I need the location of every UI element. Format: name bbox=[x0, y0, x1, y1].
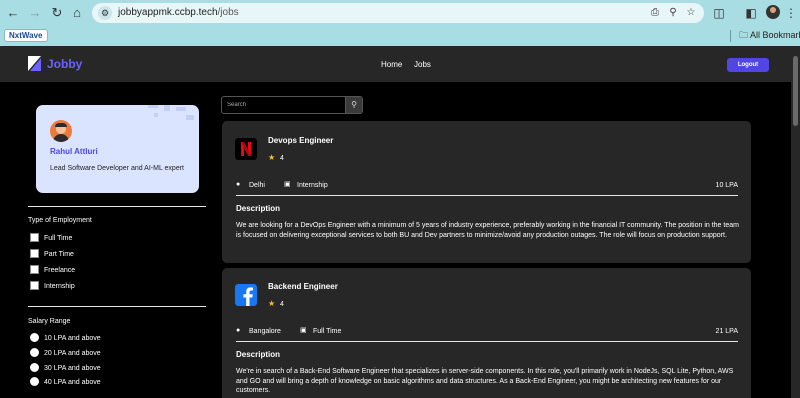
briefcase-icon: ▣ bbox=[284, 181, 291, 188]
job-title[interactable]: Devops Engineer bbox=[268, 136, 333, 146]
salary-range-heading: Salary Range bbox=[28, 318, 71, 325]
facebook-logo-icon bbox=[235, 284, 257, 306]
location-icon: ● bbox=[236, 327, 241, 334]
briefcase-icon: ▣ bbox=[300, 327, 307, 334]
sidebar-divider bbox=[28, 206, 206, 207]
job-location: Bangalore bbox=[249, 328, 281, 335]
browser-menu-icon[interactable]: ⋮ bbox=[782, 4, 800, 22]
profile-name: Rahul Attluri bbox=[50, 147, 98, 156]
job-package: 21 LPA bbox=[715, 328, 738, 335]
url-host: jobbyappmk.ccbp.tech bbox=[118, 7, 218, 18]
folder-icon: 🗀 bbox=[739, 30, 749, 40]
profile-avatar bbox=[50, 120, 72, 142]
job-rating: 4 bbox=[280, 155, 284, 162]
option-label[interactable]: 30 LPA and above bbox=[44, 364, 101, 373]
bookmarks-bar: NxtWave 🗀 All Bookmarks bbox=[0, 26, 800, 46]
option-label[interactable]: Part Time bbox=[44, 250, 74, 259]
home-icon[interactable]: ⌂ bbox=[68, 4, 86, 22]
location-icon: ● bbox=[236, 181, 241, 188]
job-package: 10 LPA bbox=[715, 182, 738, 189]
job-employment-type: Internship bbox=[297, 182, 328, 189]
browser-toolbar: ← → ↻ ⌂ ⚙ jobbyappmk.ccbp.tech/jobs ⎙ ⚲ … bbox=[0, 0, 800, 26]
site-info-icon[interactable]: ⚙ bbox=[98, 6, 112, 20]
logout-button[interactable]: Logout bbox=[727, 58, 769, 72]
job-description: We're in search of a Back-End Software E… bbox=[236, 368, 734, 394]
scrollbar-thumb[interactable] bbox=[793, 56, 798, 126]
decor-block bbox=[148, 105, 158, 108]
decor-block bbox=[186, 115, 194, 120]
address-bar[interactable]: ⚙ jobbyappmk.ccbp.tech/jobs ⎙ ⚲ ☆ bbox=[92, 3, 704, 23]
checkbox[interactable] bbox=[30, 281, 39, 290]
job-location: Delhi bbox=[249, 182, 265, 189]
sidebar-divider bbox=[28, 306, 206, 307]
zoom-icon[interactable]: ⚲ bbox=[666, 6, 680, 20]
option-label[interactable]: Freelance bbox=[44, 266, 75, 275]
url-text[interactable]: jobbyappmk.ccbp.tech/jobs bbox=[118, 6, 239, 20]
decor-block bbox=[164, 105, 170, 111]
forward-arrow-icon[interactable]: → bbox=[26, 4, 44, 22]
bookmarks-divider bbox=[730, 30, 731, 42]
description-heading: Description bbox=[236, 204, 281, 213]
search-icon: ⚲ bbox=[351, 100, 357, 109]
logo-text[interactable]: Jobby bbox=[47, 57, 82, 71]
option-label[interactable]: 40 LPA and above bbox=[44, 378, 101, 387]
browser-chrome: ← → ↻ ⌂ ⚙ jobbyappmk.ccbp.tech/jobs ⎙ ⚲ … bbox=[0, 0, 800, 46]
netflix-logo-icon bbox=[235, 138, 257, 160]
checkbox[interactable] bbox=[30, 233, 39, 242]
radio-button[interactable] bbox=[30, 333, 39, 342]
all-bookmarks-folder[interactable]: 🗀 All Bookmarks bbox=[739, 29, 800, 42]
checkbox[interactable] bbox=[30, 265, 39, 274]
reload-icon[interactable]: ↻ bbox=[48, 4, 66, 22]
search-button[interactable]: ⚲ bbox=[345, 97, 362, 113]
browser-profile-avatar[interactable] bbox=[766, 5, 780, 19]
all-bookmarks-label: All Bookmarks bbox=[750, 30, 800, 40]
option-label[interactable]: Internship bbox=[44, 282, 75, 291]
card-divider bbox=[236, 195, 738, 196]
profile-bio: Lead Software Developer and AI-ML expert bbox=[50, 165, 184, 172]
url-path: /jobs bbox=[217, 7, 239, 18]
decor-block bbox=[176, 107, 186, 111]
nav-home-link[interactable]: Home bbox=[381, 60, 402, 70]
checkbox[interactable] bbox=[30, 249, 39, 258]
decor-block bbox=[154, 113, 158, 117]
bookmark-star-icon[interactable]: ☆ bbox=[684, 6, 698, 20]
star-icon: ★ bbox=[268, 299, 276, 308]
option-label[interactable]: 20 LPA and above bbox=[44, 349, 101, 358]
search-input[interactable] bbox=[222, 97, 345, 113]
card-divider bbox=[236, 341, 738, 342]
job-title[interactable]: Backend Engineer bbox=[268, 282, 338, 292]
jobby-logo-icon[interactable] bbox=[28, 56, 41, 71]
job-employment-type: Full Time bbox=[313, 328, 342, 335]
nav-jobs-link[interactable]: Jobs bbox=[414, 60, 431, 70]
option-label[interactable]: 10 LPA and above bbox=[44, 334, 101, 343]
job-description: We are looking for a DevOps Engineer wit… bbox=[236, 222, 739, 239]
radio-button[interactable] bbox=[30, 377, 39, 386]
install-app-icon[interactable]: ⎙ bbox=[648, 6, 662, 20]
side-panel-icon[interactable]: ◧ bbox=[742, 4, 760, 22]
option-label[interactable]: Full Time bbox=[44, 234, 72, 243]
extensions-icon[interactable]: ◫ bbox=[710, 4, 728, 22]
bookmark-nxtwave[interactable]: NxtWave bbox=[4, 29, 48, 42]
star-icon: ★ bbox=[268, 153, 276, 162]
radio-button[interactable] bbox=[30, 348, 39, 357]
back-arrow-icon[interactable]: ← bbox=[4, 4, 22, 22]
description-heading: Description bbox=[236, 350, 281, 359]
employment-type-heading: Type of Employment bbox=[28, 217, 92, 224]
radio-button[interactable] bbox=[30, 363, 39, 372]
job-rating: 4 bbox=[280, 301, 284, 308]
